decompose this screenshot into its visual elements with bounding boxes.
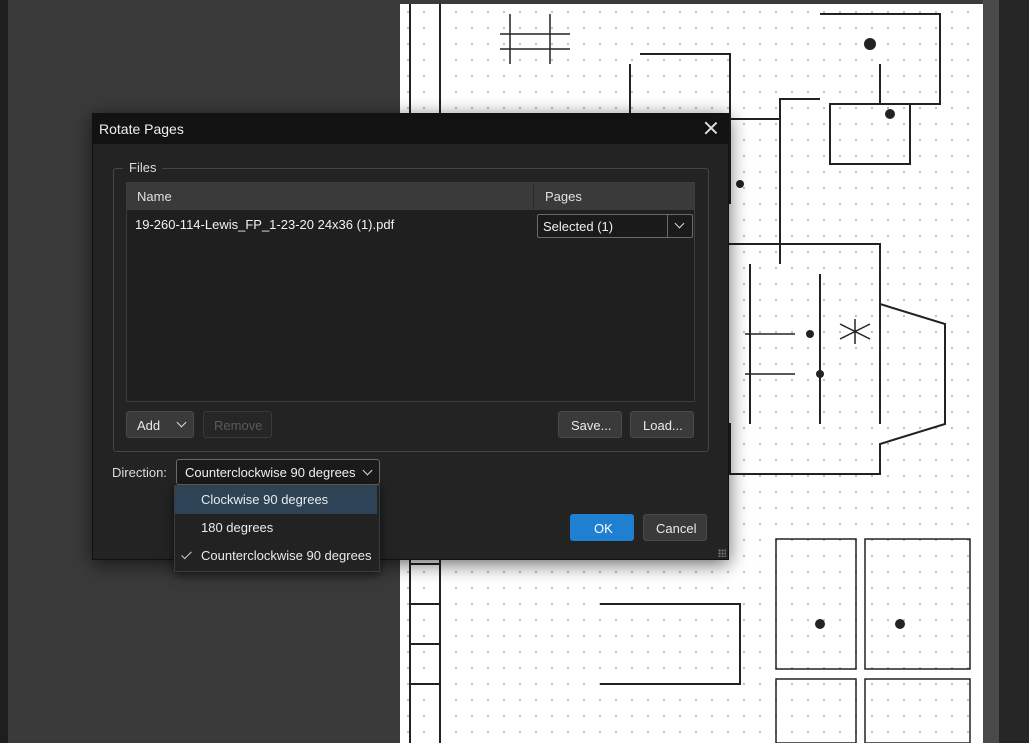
column-divider[interactable] (533, 183, 534, 210)
column-header-name[interactable]: Name (137, 189, 172, 204)
option-label: 180 degrees (201, 520, 274, 535)
load-button[interactable]: Load... (630, 411, 694, 438)
add-button[interactable]: Add (126, 411, 194, 438)
cancel-button[interactable]: Cancel (643, 514, 707, 541)
column-header-pages[interactable]: Pages (545, 189, 582, 204)
dialog-title: Rotate Pages (99, 121, 184, 137)
chevron-down-icon (362, 465, 373, 476)
option-label: Counterclockwise 90 degrees (201, 548, 372, 563)
left-edge (0, 0, 8, 743)
ok-button[interactable]: OK (570, 514, 634, 541)
files-table[interactable]: Name Pages 19-260-114-Lewis_FP_1-23-20 2… (126, 182, 695, 402)
file-name-cell: 19-260-114-Lewis_FP_1-23-20 24x36 (1).pd… (135, 217, 395, 232)
chevron-down-icon (674, 218, 685, 229)
right-panel-edge (999, 0, 1029, 743)
direction-option-180[interactable]: 180 degrees (175, 514, 377, 542)
checkmark-icon (181, 548, 192, 560)
close-icon[interactable] (702, 119, 720, 137)
files-group-label: Files (123, 160, 163, 175)
save-button-label: Save... (571, 418, 612, 433)
table-header: Name Pages (127, 183, 694, 210)
add-button-label: Add (137, 418, 161, 433)
remove-button-label: Remove (214, 418, 263, 433)
direction-label: Direction: (112, 465, 167, 480)
chevron-down-icon (176, 417, 187, 428)
pages-select-value: Selected (1) (543, 219, 614, 234)
load-button-label: Load... (643, 418, 683, 433)
direction-option-counterclockwise[interactable]: Counterclockwise 90 degrees (175, 542, 377, 570)
direction-select-value: Counterclockwise 90 degrees (185, 465, 356, 480)
pages-select[interactable]: Selected (1) (537, 214, 693, 238)
remove-button[interactable]: Remove (203, 411, 272, 438)
table-row[interactable]: 19-260-114-Lewis_FP_1-23-20 24x36 (1).pd… (127, 210, 694, 240)
direction-select[interactable]: Counterclockwise 90 degrees (176, 459, 380, 485)
scrollbar-track[interactable] (983, 0, 999, 743)
dialog-titlebar[interactable]: Rotate Pages (93, 114, 728, 144)
save-button[interactable]: Save... (558, 411, 622, 438)
cancel-button-label: Cancel (656, 521, 697, 536)
direction-dropdown-list: Clockwise 90 degrees 180 degrees Counter… (174, 485, 380, 572)
option-label: Clockwise 90 degrees (201, 492, 329, 507)
ok-button-label: OK (594, 521, 613, 536)
resize-grip-icon[interactable] (718, 549, 726, 557)
pages-dropdown-button[interactable] (667, 215, 692, 237)
direction-option-clockwise[interactable]: Clockwise 90 degrees (175, 486, 377, 514)
